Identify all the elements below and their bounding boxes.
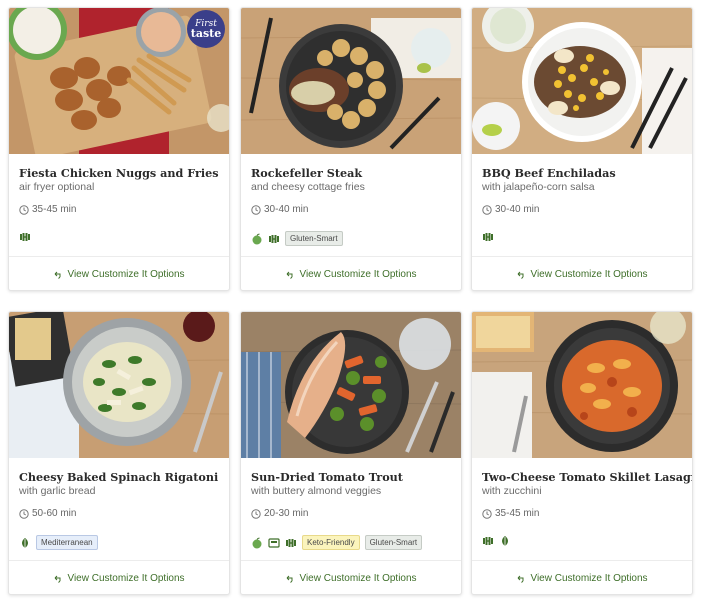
customize-label: View Customize It Options <box>530 573 648 584</box>
gluten-smart-tag: Gluten-Smart <box>364 535 423 550</box>
cook-time-text: 30-40 min <box>264 204 309 215</box>
cook-time-text: 30-40 min <box>495 204 540 215</box>
recipe-card[interactable]: Sun-Dried Tomato Trout with buttery almo… <box>240 311 462 595</box>
cook-time: 30-40 min <box>251 204 453 216</box>
recipe-card[interactable]: Cheesy Baked Spinach Rigatoni with garli… <box>8 311 230 595</box>
first-taste-badge: First taste <box>187 10 225 48</box>
recipe-subtitle: and cheesy cottage fries <box>251 181 365 193</box>
recipe-title[interactable]: Sun-Dried Tomato Trout <box>251 470 453 484</box>
view-customize-options-link[interactable]: View Customize It Options <box>9 561 229 594</box>
customize-label: View Customize It Options <box>299 573 417 584</box>
cook-time: 20-30 min <box>251 508 453 520</box>
recipe-subtitle: with garlic bread <box>19 485 96 497</box>
customize-label: View Customize It Options <box>67 269 185 280</box>
recipe-subtitle: air fryer optional <box>19 181 95 193</box>
swap-arrows-icon <box>518 271 524 279</box>
leaf-icon <box>502 536 508 546</box>
recipe-card[interactable]: First taste Fiesta Chicken Nuggs and Fri… <box>8 7 230 291</box>
mediterranean-tag: Mediterranean <box>36 535 98 550</box>
recipe-photo[interactable] <box>472 8 692 154</box>
cook-time: 30-40 min <box>482 204 684 216</box>
cook-time-text: 35-45 min <box>495 508 540 519</box>
swap-arrows-icon <box>287 271 293 279</box>
view-customize-options-link[interactable]: View Customize It Options <box>9 257 229 290</box>
view-customize-options-link[interactable]: View Customize It Options <box>241 561 461 594</box>
view-customize-options-link[interactable]: View Customize It Options <box>472 257 692 290</box>
clock-icon <box>251 205 261 215</box>
clock-icon <box>19 205 29 215</box>
apple-icon <box>252 537 262 548</box>
gluten-smart-tag: Gluten-Smart <box>285 231 343 246</box>
recipe-photo[interactable] <box>9 312 229 458</box>
dumbbell-icon <box>20 233 30 241</box>
recipe-title[interactable]: Two-Cheese Tomato Skillet Lasagna <box>482 470 692 484</box>
clock-icon <box>19 509 29 519</box>
recipe-card[interactable]: Rockefeller Steak and cheesy cottage fri… <box>240 7 462 291</box>
recipe-subtitle: with buttery almond veggies <box>251 485 382 497</box>
clock-icon <box>482 509 492 519</box>
cook-time: 50-60 min <box>19 508 221 520</box>
clock-icon <box>251 509 261 519</box>
dumbbell-icon <box>269 234 279 243</box>
recipe-title[interactable]: BBQ Beef Enchiladas <box>482 166 684 180</box>
cook-time: 35-45 min <box>19 204 221 216</box>
customize-label: View Customize It Options <box>530 269 648 280</box>
recipe-card[interactable]: BBQ Beef Enchiladas with jalapeño-corn s… <box>471 7 693 291</box>
recipe-subtitle: with jalapeño-corn salsa <box>482 181 595 193</box>
recipe-photo[interactable] <box>241 8 461 154</box>
clock-icon <box>482 205 492 215</box>
keto-friendly-tag: Keto-Friendly <box>302 535 360 550</box>
recipe-photo[interactable] <box>472 312 692 458</box>
apple-icon <box>252 233 262 244</box>
view-customize-options-link[interactable]: View Customize It Options <box>472 561 692 594</box>
swap-arrows-icon <box>287 575 293 583</box>
cook-time-text: 20-30 min <box>264 508 309 519</box>
dumbbell-icon <box>483 233 493 241</box>
cook-time: 35-45 min <box>482 508 684 520</box>
recipe-photo[interactable] <box>241 312 461 458</box>
scale-icon <box>268 537 280 548</box>
recipe-card[interactable]: Two-Cheese Tomato Skillet Lasagna with z… <box>471 311 693 595</box>
customize-label: View Customize It Options <box>67 573 185 584</box>
dumbbell-icon <box>483 537 493 545</box>
leaf-icon <box>22 537 28 548</box>
swap-arrows-icon <box>55 575 61 583</box>
recipe-title[interactable]: Rockefeller Steak <box>251 166 453 180</box>
recipe-subtitle: with zucchini <box>482 485 542 497</box>
dumbbell-icon <box>286 538 296 547</box>
view-customize-options-link[interactable]: View Customize It Options <box>241 257 461 290</box>
recipe-title[interactable]: Cheesy Baked Spinach Rigatoni <box>19 470 221 484</box>
swap-arrows-icon <box>518 575 524 583</box>
swap-arrows-icon <box>55 271 61 279</box>
badge-line-2: taste <box>190 27 222 40</box>
cook-time-text: 35-45 min <box>32 204 77 215</box>
cook-time-text: 50-60 min <box>32 508 77 519</box>
recipe-title[interactable]: Fiesta Chicken Nuggs and Fries <box>19 166 221 180</box>
customize-label: View Customize It Options <box>299 269 417 280</box>
